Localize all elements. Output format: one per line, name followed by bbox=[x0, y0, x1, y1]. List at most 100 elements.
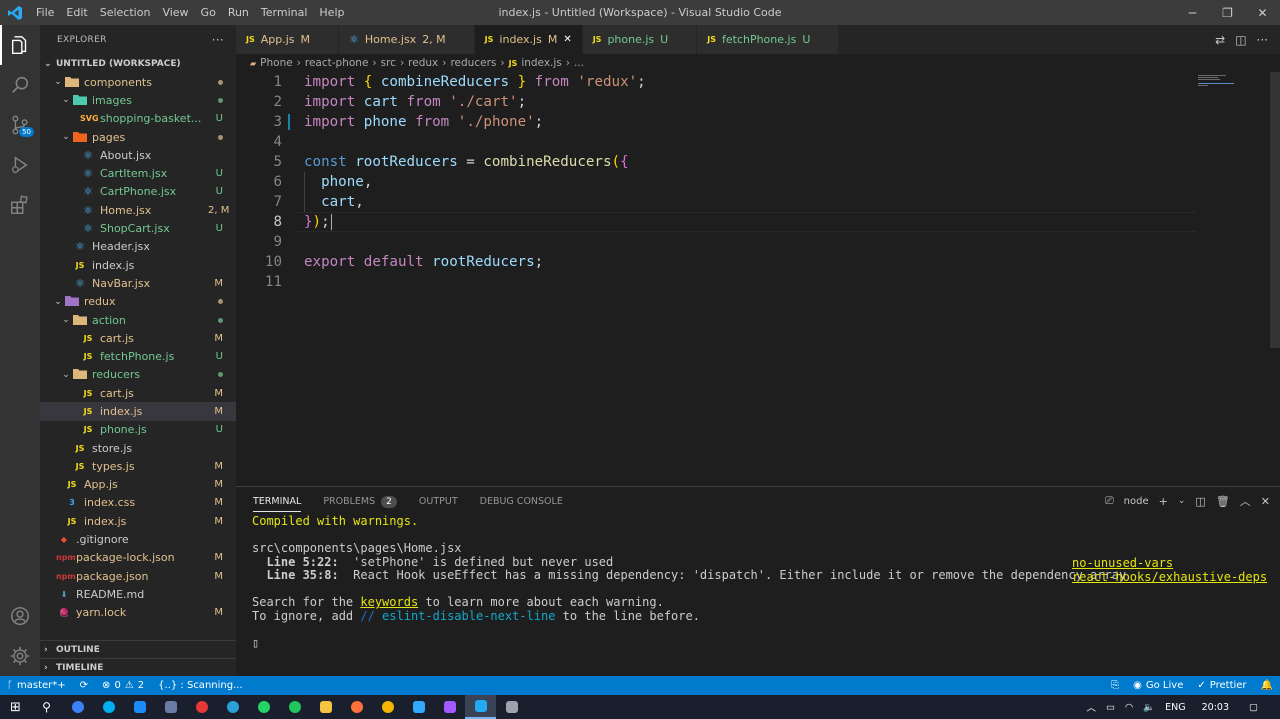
menu-view[interactable]: View bbox=[156, 6, 194, 19]
edge-icon[interactable] bbox=[62, 695, 93, 719]
notification-center-icon[interactable]: ▢ bbox=[1249, 702, 1258, 713]
problems-status-item[interactable]: ⊗ 0 ⚠ 2 bbox=[95, 680, 151, 691]
file-item[interactable]: 3 index.css M bbox=[40, 494, 236, 512]
tab-phone-js[interactable]: JS phone.js U bbox=[582, 25, 698, 54]
record-icon[interactable] bbox=[186, 695, 217, 719]
telegram-icon[interactable] bbox=[217, 695, 248, 719]
tab-terminal[interactable]: TERMINAL bbox=[253, 496, 302, 512]
notifications-bell-icon[interactable]: 🔔 bbox=[1254, 680, 1280, 691]
paint-icon[interactable] bbox=[496, 695, 527, 719]
feedback-icon[interactable]: ⎘ bbox=[1104, 680, 1126, 691]
breadcrumb-item[interactable]: src bbox=[381, 57, 396, 69]
tab-debug-console[interactable]: DEBUG CONSOLE bbox=[480, 496, 563, 507]
explorer-files-icon[interactable] bbox=[0, 25, 40, 65]
menu-file[interactable]: File bbox=[30, 6, 60, 19]
file-item[interactable]: JS fetchPhone.js U bbox=[40, 347, 236, 365]
minimap[interactable] bbox=[1198, 74, 1254, 86]
timeline-section[interactable]: › TIMELINE bbox=[40, 658, 236, 676]
tab-fetchphone-js[interactable]: JS fetchPhone.js U bbox=[697, 25, 840, 54]
restore-icon[interactable]: ❐ bbox=[1210, 0, 1245, 25]
file-item[interactable]: ⚛ CartPhone.jsx U bbox=[40, 183, 236, 201]
file-item[interactable]: ⚛ NavBar.jsx M bbox=[40, 274, 236, 292]
tab-index-js[interactable]: JS index.js M ✕ bbox=[474, 25, 583, 54]
account-icon[interactable] bbox=[0, 596, 40, 636]
file-item[interactable]: npm package-lock.json M bbox=[40, 549, 236, 567]
search-icon[interactable] bbox=[0, 65, 40, 105]
file-item[interactable]: ⬇ README.md bbox=[40, 585, 236, 603]
file-item[interactable]: ◆ .gitignore bbox=[40, 530, 236, 548]
chevron-down-icon[interactable]: ⌄ bbox=[1178, 496, 1186, 506]
folder-item[interactable]: ⌄ images bbox=[40, 91, 236, 109]
maximize-panel-icon[interactable]: ︿ bbox=[1240, 493, 1251, 509]
skype-icon[interactable] bbox=[93, 695, 124, 719]
file-item[interactable]: npm package.json M bbox=[40, 567, 236, 585]
run-debug-icon[interactable] bbox=[0, 145, 40, 185]
file-item[interactable]: JS index.js bbox=[40, 256, 236, 274]
tab-output[interactable]: OUTPUT bbox=[419, 496, 458, 507]
battery-icon[interactable]: ▭ bbox=[1106, 702, 1115, 713]
file-item[interactable]: ⚛ Home.jsx 2, M bbox=[40, 201, 236, 219]
tab-home-jsx[interactable]: ⚛ Home.jsx 2, M bbox=[339, 25, 475, 54]
firefox-icon[interactable] bbox=[341, 695, 372, 719]
breadcrumb-item[interactable]: react-phone bbox=[305, 57, 369, 69]
file-item[interactable]: JS App.js M bbox=[40, 476, 236, 494]
terminal-output[interactable]: Compiled with warnings. src\components\p… bbox=[252, 514, 1126, 650]
figma-icon[interactable] bbox=[434, 695, 465, 719]
wifi-icon[interactable]: ◠ bbox=[1125, 702, 1133, 713]
settings-gear-icon[interactable] bbox=[0, 636, 40, 676]
trash-icon[interactable]: 🗑 bbox=[1216, 495, 1230, 508]
go-live-item[interactable]: ◉ Go Live bbox=[1126, 680, 1190, 691]
source-control-icon[interactable]: 50 bbox=[0, 105, 40, 145]
file-explorer-icon[interactable] bbox=[310, 695, 341, 719]
more-actions-icon[interactable]: ··· bbox=[1257, 33, 1268, 47]
sync-item[interactable]: ⟳ bbox=[73, 680, 95, 691]
photoshop-icon[interactable] bbox=[403, 695, 434, 719]
folder-item[interactable]: ⌄ action bbox=[40, 311, 236, 329]
menu-terminal[interactable]: Terminal bbox=[255, 6, 314, 19]
breadcrumb-item[interactable]: ... bbox=[574, 57, 584, 69]
split-terminal-icon[interactable]: ◫ bbox=[1195, 495, 1205, 508]
folder-item[interactable]: ⌄ pages bbox=[40, 128, 236, 146]
file-item[interactable]: JS cart.js M bbox=[40, 384, 236, 402]
close-icon[interactable]: ✕ bbox=[1245, 0, 1280, 25]
file-item[interactable]: JS phone.js U bbox=[40, 421, 236, 439]
vscode-icon[interactable] bbox=[465, 695, 496, 719]
chevron-up-icon[interactable]: ︿ bbox=[1087, 700, 1097, 714]
menu-go[interactable]: Go bbox=[195, 6, 222, 19]
minimize-icon[interactable]: ─ bbox=[1175, 0, 1210, 25]
new-terminal-icon[interactable]: + bbox=[1159, 495, 1168, 508]
volume-icon[interactable]: 🔈 bbox=[1143, 702, 1155, 713]
breadcrumb-item[interactable]: Phone bbox=[260, 57, 293, 69]
warning-1-rule-link[interactable]: no-unused-vars bbox=[1072, 556, 1173, 570]
menu-edit[interactable]: Edit bbox=[60, 6, 93, 19]
file-item[interactable]: JS index.js M bbox=[40, 402, 236, 421]
file-item[interactable]: ⚛ CartItem.jsx U bbox=[40, 164, 236, 182]
file-item[interactable]: ⚛ About.jsx bbox=[40, 146, 236, 164]
breadcrumb-item[interactable]: reducers bbox=[450, 57, 496, 69]
menu-help[interactable]: Help bbox=[313, 6, 350, 19]
file-item[interactable]: 🧶 yarn.lock M bbox=[40, 604, 236, 622]
git-branch-item[interactable]: ᚴ master*+ bbox=[0, 680, 73, 691]
warning-2-rule-link[interactable]: react-hooks/exhaustive-deps bbox=[1072, 570, 1267, 584]
tab-app-js[interactable]: JS App.js M bbox=[236, 25, 340, 54]
code-editor[interactable]: 1 import { combineReducers } from 'redux'… bbox=[236, 72, 1280, 486]
windows-start-icon[interactable]: ⊞ bbox=[0, 695, 31, 719]
tab-problems[interactable]: PROBLEMS 2 bbox=[323, 495, 397, 508]
file-item[interactable]: ⚛ ShopCart.jsx U bbox=[40, 219, 236, 237]
file-item[interactable]: ⚛ Header.jsx bbox=[40, 238, 236, 256]
more-actions-icon[interactable]: ··· bbox=[212, 33, 224, 47]
breadcrumb-item[interactable]: index.js bbox=[521, 57, 561, 69]
folder-item[interactable]: ⌄ redux bbox=[40, 293, 236, 311]
file-item[interactable]: JS index.js M bbox=[40, 512, 236, 530]
keywords-link[interactable]: keywords bbox=[360, 595, 418, 609]
close-icon[interactable]: ✕ bbox=[563, 34, 571, 45]
close-panel-icon[interactable]: ✕ bbox=[1261, 495, 1270, 508]
menu-selection[interactable]: Selection bbox=[94, 6, 157, 19]
outline-section[interactable]: › OUTLINE bbox=[40, 640, 236, 658]
whatsapp-icon[interactable] bbox=[248, 695, 279, 719]
clock[interactable]: 20:03 bbox=[1202, 702, 1229, 713]
editor-scrollbar[interactable] bbox=[1270, 72, 1280, 348]
file-item[interactable]: JS cart.js M bbox=[40, 329, 236, 347]
kaspersky-icon[interactable] bbox=[279, 695, 310, 719]
chrome-icon[interactable] bbox=[372, 695, 403, 719]
